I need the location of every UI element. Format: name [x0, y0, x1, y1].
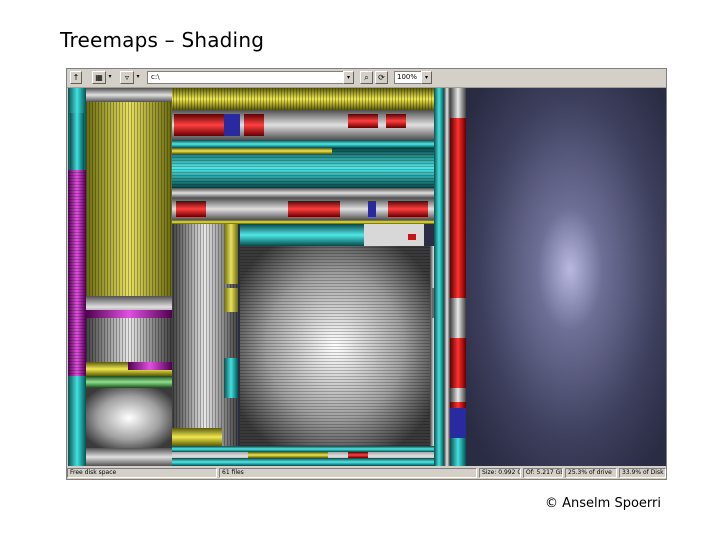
status-size: Size: 0.992 Gb [479, 468, 521, 478]
treemap-cell[interactable] [224, 358, 238, 398]
status-percent-drive: 25.3% of drive [565, 468, 617, 478]
refresh-icon[interactable]: ⟳ [375, 71, 388, 84]
path-input[interactable]: c:\ [147, 71, 352, 84]
treemap-cell[interactable] [128, 362, 172, 370]
treemap-cell-large-file[interactable] [86, 388, 172, 448]
status-bar: Free disk space 61 files Size: 0.992 Gb … [67, 467, 666, 479]
treemap-upper-rows[interactable] [172, 88, 434, 224]
status-file-count: 61 files [219, 468, 477, 478]
copyright-credit: © Anselm Spoerri [545, 496, 661, 511]
treemap-cell[interactable] [86, 310, 172, 318]
zoom-dropdown-icon[interactable]: ▾ [421, 71, 432, 84]
treemap-yellow-region[interactable] [86, 88, 172, 296]
treemap-bottom-strip[interactable] [172, 446, 434, 466]
treemap-cell-large-gray[interactable] [240, 246, 430, 446]
treemap-cell[interactable] [444, 88, 450, 466]
filter-icon[interactable]: ▿ [120, 71, 134, 84]
zoom-level-field[interactable]: 100% [394, 71, 424, 84]
treemap-cell[interactable] [408, 234, 416, 240]
path-dropdown-icon[interactable]: ▾ [343, 71, 354, 84]
zoom-in-icon[interactable]: ⌕ [360, 71, 373, 84]
treemap-red-column[interactable] [450, 88, 466, 466]
treemap-cell[interactable] [68, 376, 86, 466]
treemap-cell[interactable] [224, 288, 238, 312]
filter-dropdown-icon[interactable]: ▾ [135, 72, 141, 82]
status-total: Of: 5.217 Gb [523, 468, 563, 478]
view-mode-icon[interactable]: ▦ [92, 71, 106, 84]
treemap-magenta-stack[interactable] [68, 170, 86, 376]
status-percent-disk: 33.9% of Disk [619, 468, 666, 478]
toolbar: ↑ ▦ ▾ ▿ ▾ c:\ ▾ ⌕ ⟳ 100% ▾ [67, 69, 666, 88]
free-space-region[interactable] [466, 88, 666, 466]
view-mode-dropdown-icon[interactable]: ▾ [107, 72, 113, 82]
treemap-canvas[interactable] [68, 88, 666, 466]
treemap-cell[interactable] [172, 428, 222, 446]
status-hint: Free disk space [67, 468, 217, 478]
treemap-cell[interactable] [224, 224, 238, 284]
treemap-cell[interactable] [86, 448, 172, 466]
treemap-cell-teal-banner[interactable] [240, 224, 364, 246]
slide-title: Treemaps – Shading [60, 28, 265, 52]
treemap-cell[interactable] [70, 113, 84, 173]
treemap-cell[interactable] [434, 88, 444, 466]
treemap-gray-stripes[interactable] [86, 318, 172, 362]
treemap-app-window: ↑ ▦ ▾ ▿ ▾ c:\ ▾ ⌕ ⟳ 100% ▾ Free disk spa… [66, 68, 667, 480]
folder-up-icon[interactable]: ↑ [70, 71, 82, 84]
treemap-viewport[interactable] [68, 88, 666, 466]
treemap-cell[interactable] [86, 376, 172, 388]
